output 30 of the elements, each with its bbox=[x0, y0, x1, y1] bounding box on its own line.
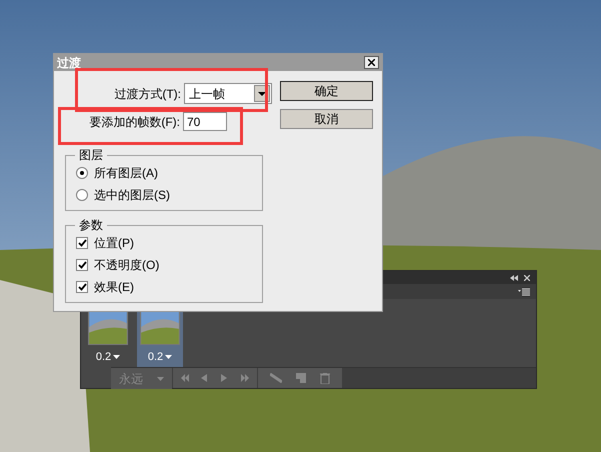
option-label: 不透明度(O) bbox=[94, 257, 160, 274]
checkbox[interactable] bbox=[76, 281, 88, 293]
dialog-button[interactable]: 确定 bbox=[280, 81, 373, 101]
group-title: 图层 bbox=[75, 147, 107, 163]
option-label: 选中的图层(S) bbox=[94, 187, 170, 204]
dialog-button[interactable]: 取消 bbox=[280, 109, 373, 129]
caret-icon bbox=[157, 376, 164, 380]
radio-button[interactable] bbox=[76, 189, 88, 201]
dropdown[interactable]: 上一帧 bbox=[184, 83, 272, 104]
caret-icon bbox=[113, 354, 120, 359]
field-label: 要添加的帧数(F): bbox=[89, 114, 180, 130]
caret-icon bbox=[165, 354, 172, 359]
option-label: 位置(P) bbox=[94, 235, 134, 252]
close-icon bbox=[368, 59, 375, 66]
close-button[interactable] bbox=[364, 56, 379, 69]
option-label: 效果(E) bbox=[94, 279, 134, 296]
input-field[interactable]: 70 bbox=[183, 112, 227, 131]
checkbox[interactable] bbox=[76, 237, 88, 249]
frame-delay: 0.2 bbox=[96, 350, 112, 364]
close-icon[interactable] bbox=[524, 274, 530, 280]
field-label: 过渡方式(T): bbox=[114, 86, 181, 102]
radio-button[interactable] bbox=[76, 167, 88, 179]
group-title: 参数 bbox=[75, 217, 107, 233]
collapse-icon[interactable] bbox=[510, 274, 518, 280]
frame-delay: 0.2 bbox=[148, 350, 164, 364]
window-title: 过渡 bbox=[57, 54, 81, 72]
caret-icon bbox=[258, 92, 266, 96]
panel-menu-icon[interactable] bbox=[518, 288, 530, 296]
option-label: 所有图层(A) bbox=[94, 165, 158, 182]
checkbox[interactable] bbox=[76, 259, 88, 271]
